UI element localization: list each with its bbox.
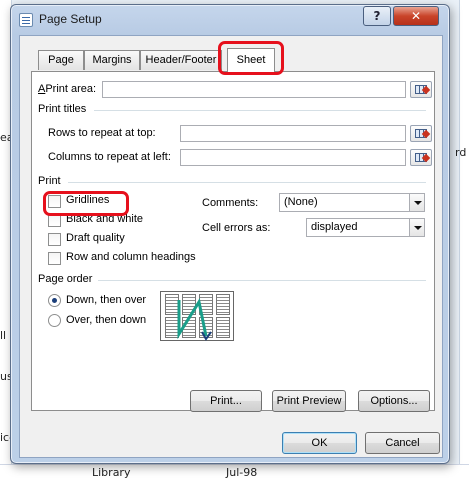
page-setup-dialog: Page Setup ? ✕ Page Margins Header/Foote… <box>10 4 450 464</box>
tab-margins[interactable]: Margins <box>84 50 140 70</box>
black-and-white-checkbox[interactable] <box>48 214 61 227</box>
background-cell: Library <box>92 466 131 479</box>
background-right-column <box>459 0 469 479</box>
print-group-divider <box>68 182 426 183</box>
cell-errors-select[interactable]: displayed <box>306 218 425 237</box>
comments-select[interactable]: (None) <box>279 193 425 212</box>
columns-to-repeat-label: Columns to repeat at left: <box>48 151 171 163</box>
rows-collapse-button[interactable] <box>410 125 432 142</box>
page-order-label: Page order <box>38 273 93 285</box>
page-order-preview <box>160 291 234 341</box>
sheet-tab-panel: APrint area: Print titles Rows to repeat… <box>31 71 435 412</box>
tab-sheet[interactable]: Sheet <box>227 48 275 72</box>
background-cell: rd <box>455 146 467 159</box>
gridlines-checkbox[interactable] <box>48 195 61 208</box>
draft-quality-label: Draft quality <box>66 232 125 244</box>
print-area-input[interactable] <box>102 81 406 98</box>
window-title: Page Setup <box>39 12 102 26</box>
options-button[interactable]: Options... <box>358 390 430 412</box>
print-titles-label: Print titles <box>38 103 87 115</box>
over-then-down-label: Over, then down <box>66 314 147 326</box>
down-then-over-radio[interactable] <box>48 294 61 307</box>
row-column-headings-label: Row and column headings <box>66 251 196 263</box>
gridlines-label: Gridlines <box>66 194 110 206</box>
background-row: Library Jul-98 <box>0 464 469 479</box>
ok-button[interactable]: OK <box>282 432 357 454</box>
print-area-label: APrint area: <box>38 83 97 95</box>
black-and-white-label: Black and white <box>66 213 144 225</box>
comments-label: Comments: <box>202 197 259 209</box>
rows-to-repeat-input[interactable] <box>180 125 406 142</box>
print-area-collapse-button[interactable] <box>410 81 432 98</box>
background-cell: Jul-98 <box>226 466 258 479</box>
cancel-button[interactable]: Cancel <box>365 432 440 454</box>
help-button[interactable]: ? <box>363 6 391 26</box>
print-preview-button[interactable]: Print Preview <box>272 390 346 412</box>
print-button[interactable]: Print... <box>190 390 262 412</box>
row-column-headings-checkbox[interactable] <box>48 252 61 265</box>
page-order-arrow-icon <box>177 298 212 341</box>
title-bar[interactable]: Page Setup ? ✕ <box>11 5 449 35</box>
dialog-client-area: Page Margins Header/Footer Sheet APrint … <box>19 35 443 458</box>
columns-collapse-button[interactable] <box>410 149 432 166</box>
over-then-down-radio[interactable] <box>48 314 61 327</box>
print-group-label: Print <box>38 175 61 187</box>
chevron-down-icon[interactable] <box>409 194 424 211</box>
page-order-divider <box>98 280 426 281</box>
comments-value: (None) <box>284 196 318 208</box>
columns-to-repeat-input[interactable] <box>180 149 406 166</box>
cell-errors-label: Cell errors as: <box>202 222 271 234</box>
cell-errors-value: displayed <box>311 221 358 233</box>
chevron-down-icon[interactable] <box>409 219 424 236</box>
down-then-over-label: Down, then over <box>66 294 147 306</box>
draft-quality-checkbox[interactable] <box>48 233 61 246</box>
spreadsheet-app-icon <box>19 13 33 27</box>
tab-page[interactable]: Page <box>38 50 84 70</box>
close-button[interactable]: ✕ <box>393 6 439 26</box>
rows-to-repeat-label: Rows to repeat at top: <box>48 127 156 139</box>
print-titles-divider <box>94 110 426 111</box>
tab-header-footer[interactable]: Header/Footer <box>140 50 222 70</box>
